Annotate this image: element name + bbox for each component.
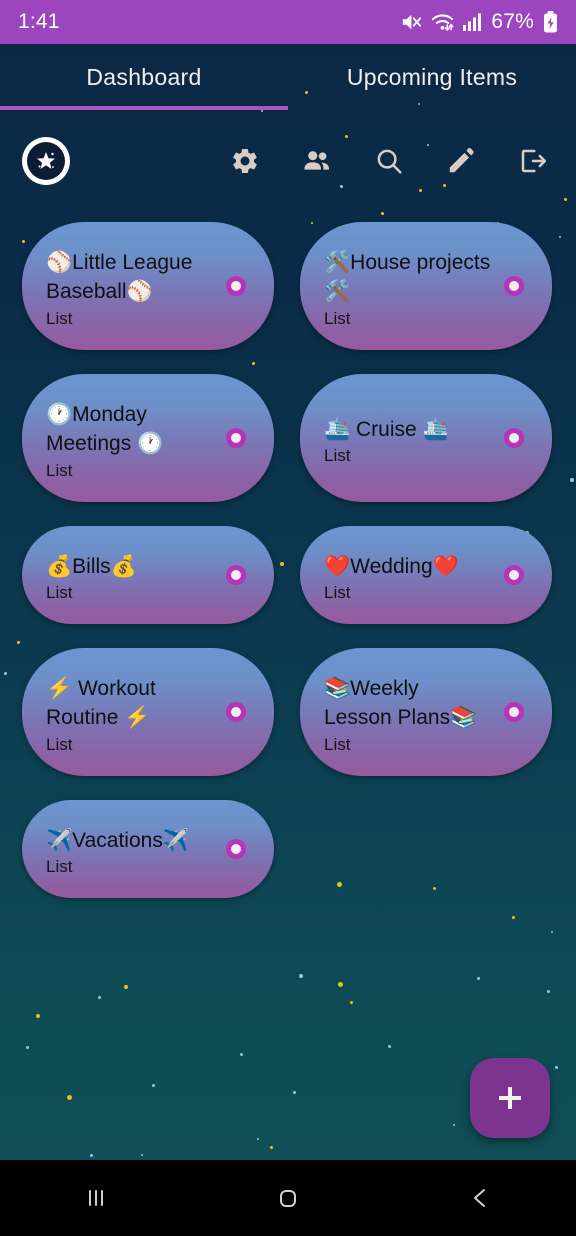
list-card-subtitle: List bbox=[46, 583, 73, 603]
decorative-star bbox=[338, 982, 343, 987]
home-icon bbox=[280, 1190, 296, 1207]
decorative-star bbox=[293, 1091, 296, 1094]
decorative-star bbox=[26, 1046, 29, 1049]
list-card-title: ❤️Wedding❤️ bbox=[324, 554, 459, 578]
list-card[interactable]: 🕐Monday Meetings 🕐 List bbox=[22, 374, 274, 502]
app-logo-inner bbox=[27, 142, 65, 180]
list-card-title: 🛠️House projects🛠️ bbox=[324, 251, 491, 303]
tab-dashboard[interactable]: Dashboard bbox=[0, 44, 288, 110]
tab-bar[interactable]: Dashboard Upcoming Items bbox=[0, 44, 576, 110]
list-card-subtitle: List bbox=[324, 734, 351, 754]
status-time: 1:41 bbox=[18, 10, 60, 33]
edit-icon[interactable] bbox=[444, 144, 478, 178]
list-card-subtitle: List bbox=[46, 734, 73, 754]
tab-active-indicator bbox=[0, 106, 288, 110]
decorative-star bbox=[477, 977, 480, 980]
list-card-title: 🛳️ Cruise 🛳️ bbox=[324, 417, 449, 441]
toolbar-actions bbox=[228, 144, 550, 178]
list-card-color-dot[interactable] bbox=[226, 428, 246, 448]
list-card-subtitle: List bbox=[324, 583, 351, 603]
decorative-star bbox=[124, 985, 128, 989]
list-card-title: ⚾Little League Baseball⚾ bbox=[46, 251, 193, 303]
decorative-star bbox=[453, 1124, 455, 1126]
list-card[interactable]: 🛳️ Cruise 🛳️ List bbox=[300, 374, 552, 502]
list-card-color-dot[interactable] bbox=[226, 702, 246, 722]
decorative-star bbox=[98, 996, 101, 999]
list-card[interactable]: ⚡ Workout Routine ⚡ List bbox=[22, 648, 274, 776]
list-card-color-dot[interactable] bbox=[226, 839, 246, 859]
recents-button[interactable] bbox=[0, 1183, 192, 1213]
phone-screen: 1:41 67% Dashboard Upcoming Items ⚾Littl… bbox=[0, 0, 576, 1236]
list-card-color-dot[interactable] bbox=[504, 702, 524, 722]
list-card-title: ⚡ Workout Routine ⚡ bbox=[46, 677, 156, 729]
wifi-icon bbox=[431, 12, 454, 32]
back-icon bbox=[474, 1189, 485, 1207]
tab-dashboard-label: Dashboard bbox=[86, 63, 202, 90]
decorative-star bbox=[257, 1138, 259, 1140]
decorative-star bbox=[350, 1001, 353, 1004]
list-card[interactable]: 💰Bills💰 List bbox=[22, 526, 274, 624]
decorative-star bbox=[36, 1014, 40, 1018]
list-card-subtitle: List bbox=[46, 460, 73, 480]
list-card-title: ✈️Vacations✈️ bbox=[46, 828, 189, 852]
list-card[interactable]: ❤️Wedding❤️ List bbox=[300, 526, 552, 624]
status-indicators: 67% bbox=[400, 10, 558, 34]
decorative-star bbox=[564, 198, 567, 201]
decorative-star bbox=[381, 212, 384, 215]
list-card-subtitle: List bbox=[46, 857, 73, 877]
settings-icon[interactable] bbox=[228, 144, 262, 178]
decorative-star bbox=[240, 1053, 243, 1056]
decorative-star bbox=[270, 1146, 273, 1149]
people-icon[interactable] bbox=[300, 144, 334, 178]
list-card-color-dot[interactable] bbox=[226, 276, 246, 296]
decorative-star bbox=[152, 1084, 155, 1087]
list-card-color-dot[interactable] bbox=[504, 565, 524, 585]
decorative-star bbox=[388, 1045, 391, 1048]
decorative-star bbox=[512, 916, 515, 919]
plus-icon bbox=[499, 1087, 521, 1109]
back-button[interactable] bbox=[384, 1183, 576, 1213]
decorative-star bbox=[261, 110, 263, 112]
list-card[interactable]: ✈️Vacations✈️ List bbox=[22, 800, 274, 898]
list-card-color-dot[interactable] bbox=[504, 428, 524, 448]
decorative-star bbox=[551, 931, 553, 933]
list-card[interactable]: 🛠️House projects🛠️ List bbox=[300, 222, 552, 350]
list-card-title: 📚Weekly Lesson Plans📚 bbox=[324, 677, 477, 729]
tab-upcoming-items[interactable]: Upcoming Items bbox=[288, 44, 576, 110]
mute-icon bbox=[400, 12, 422, 32]
list-card-title: 🕐Monday Meetings 🕐 bbox=[46, 403, 164, 455]
tab-upcoming-items-label: Upcoming Items bbox=[346, 63, 518, 90]
decorative-star bbox=[67, 1095, 72, 1100]
cellular-signal-icon bbox=[463, 12, 482, 32]
add-button[interactable] bbox=[470, 1058, 550, 1138]
list-card[interactable]: ⚾Little League Baseball⚾ List bbox=[22, 222, 274, 350]
search-icon[interactable] bbox=[372, 144, 406, 178]
android-nav-bar bbox=[0, 1160, 576, 1236]
decorative-star bbox=[299, 974, 303, 978]
home-button[interactable] bbox=[192, 1183, 384, 1213]
list-card-color-dot[interactable] bbox=[504, 276, 524, 296]
decorative-star bbox=[141, 1154, 143, 1156]
list-card-subtitle: List bbox=[324, 308, 351, 328]
app-toolbar bbox=[0, 128, 576, 194]
app-logo-star-icon[interactable] bbox=[22, 137, 70, 185]
logout-icon[interactable] bbox=[516, 144, 550, 178]
list-card-color-dot[interactable] bbox=[226, 565, 246, 585]
list-card-subtitle: List bbox=[46, 308, 73, 328]
battery-percent: 67% bbox=[491, 10, 534, 33]
recents-icon bbox=[89, 1190, 103, 1206]
list-card-grid: ⚾Little League Baseball⚾ List 🛠️House proj… bbox=[0, 222, 576, 898]
decorative-star bbox=[90, 1154, 93, 1157]
list-card-subtitle: List bbox=[324, 446, 351, 466]
list-card-title: 💰Bills💰 bbox=[46, 554, 137, 578]
list-card[interactable]: 📚Weekly Lesson Plans📚 List bbox=[300, 648, 552, 776]
battery-charging-icon bbox=[543, 11, 558, 33]
decorative-star bbox=[547, 990, 550, 993]
status-bar: 1:41 67% bbox=[0, 0, 576, 44]
decorative-star bbox=[555, 1066, 558, 1069]
